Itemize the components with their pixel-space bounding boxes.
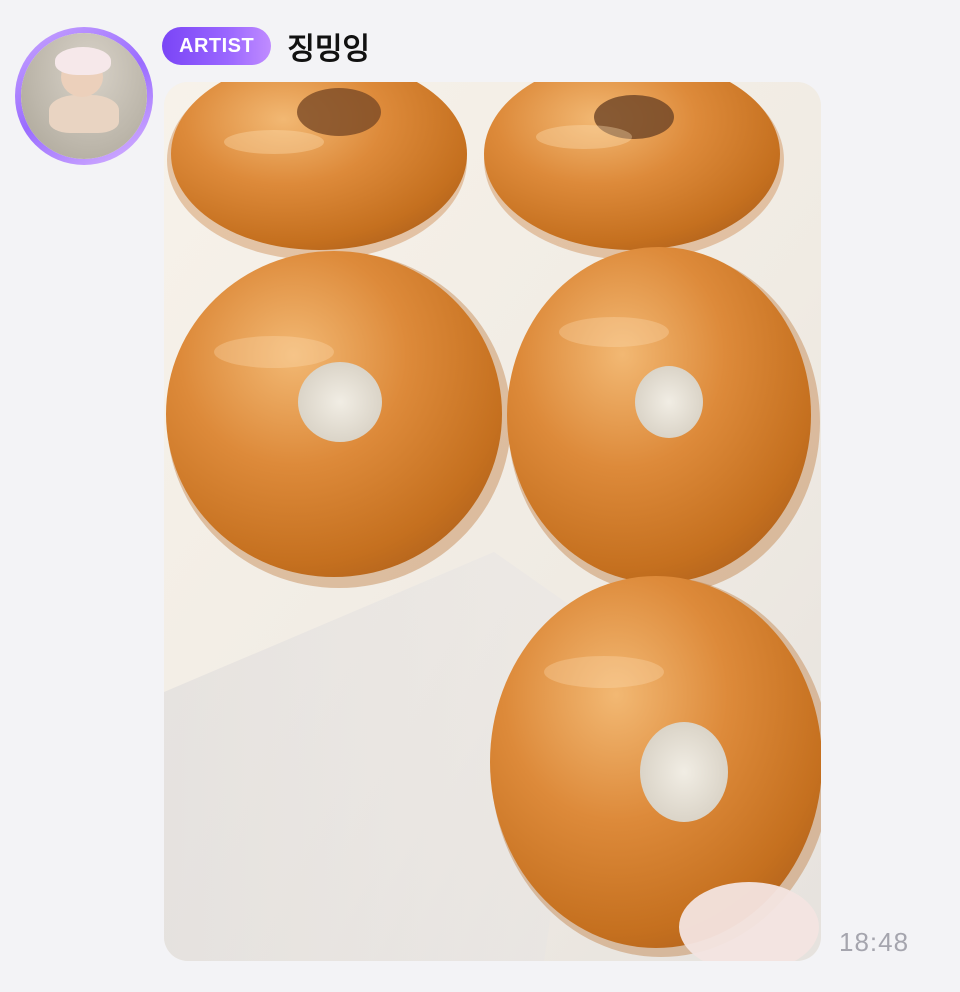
donut-middle-right [507, 247, 820, 594]
donut-photo [164, 82, 821, 961]
message-timestamp: 18:48 [839, 927, 910, 957]
artist-badge: ARTIST [162, 27, 272, 65]
sender-header: ARTIST 징밍잉 [162, 24, 370, 68]
sender-avatar[interactable] [15, 27, 153, 165]
photo-message[interactable] [164, 82, 821, 961]
avatar-baby-bonnet [55, 47, 111, 75]
sender-name[interactable]: 징밍잉 [287, 24, 370, 68]
donut-middle-left [166, 251, 511, 588]
avatar-image [21, 33, 147, 159]
avatar-baby-body [49, 95, 119, 133]
